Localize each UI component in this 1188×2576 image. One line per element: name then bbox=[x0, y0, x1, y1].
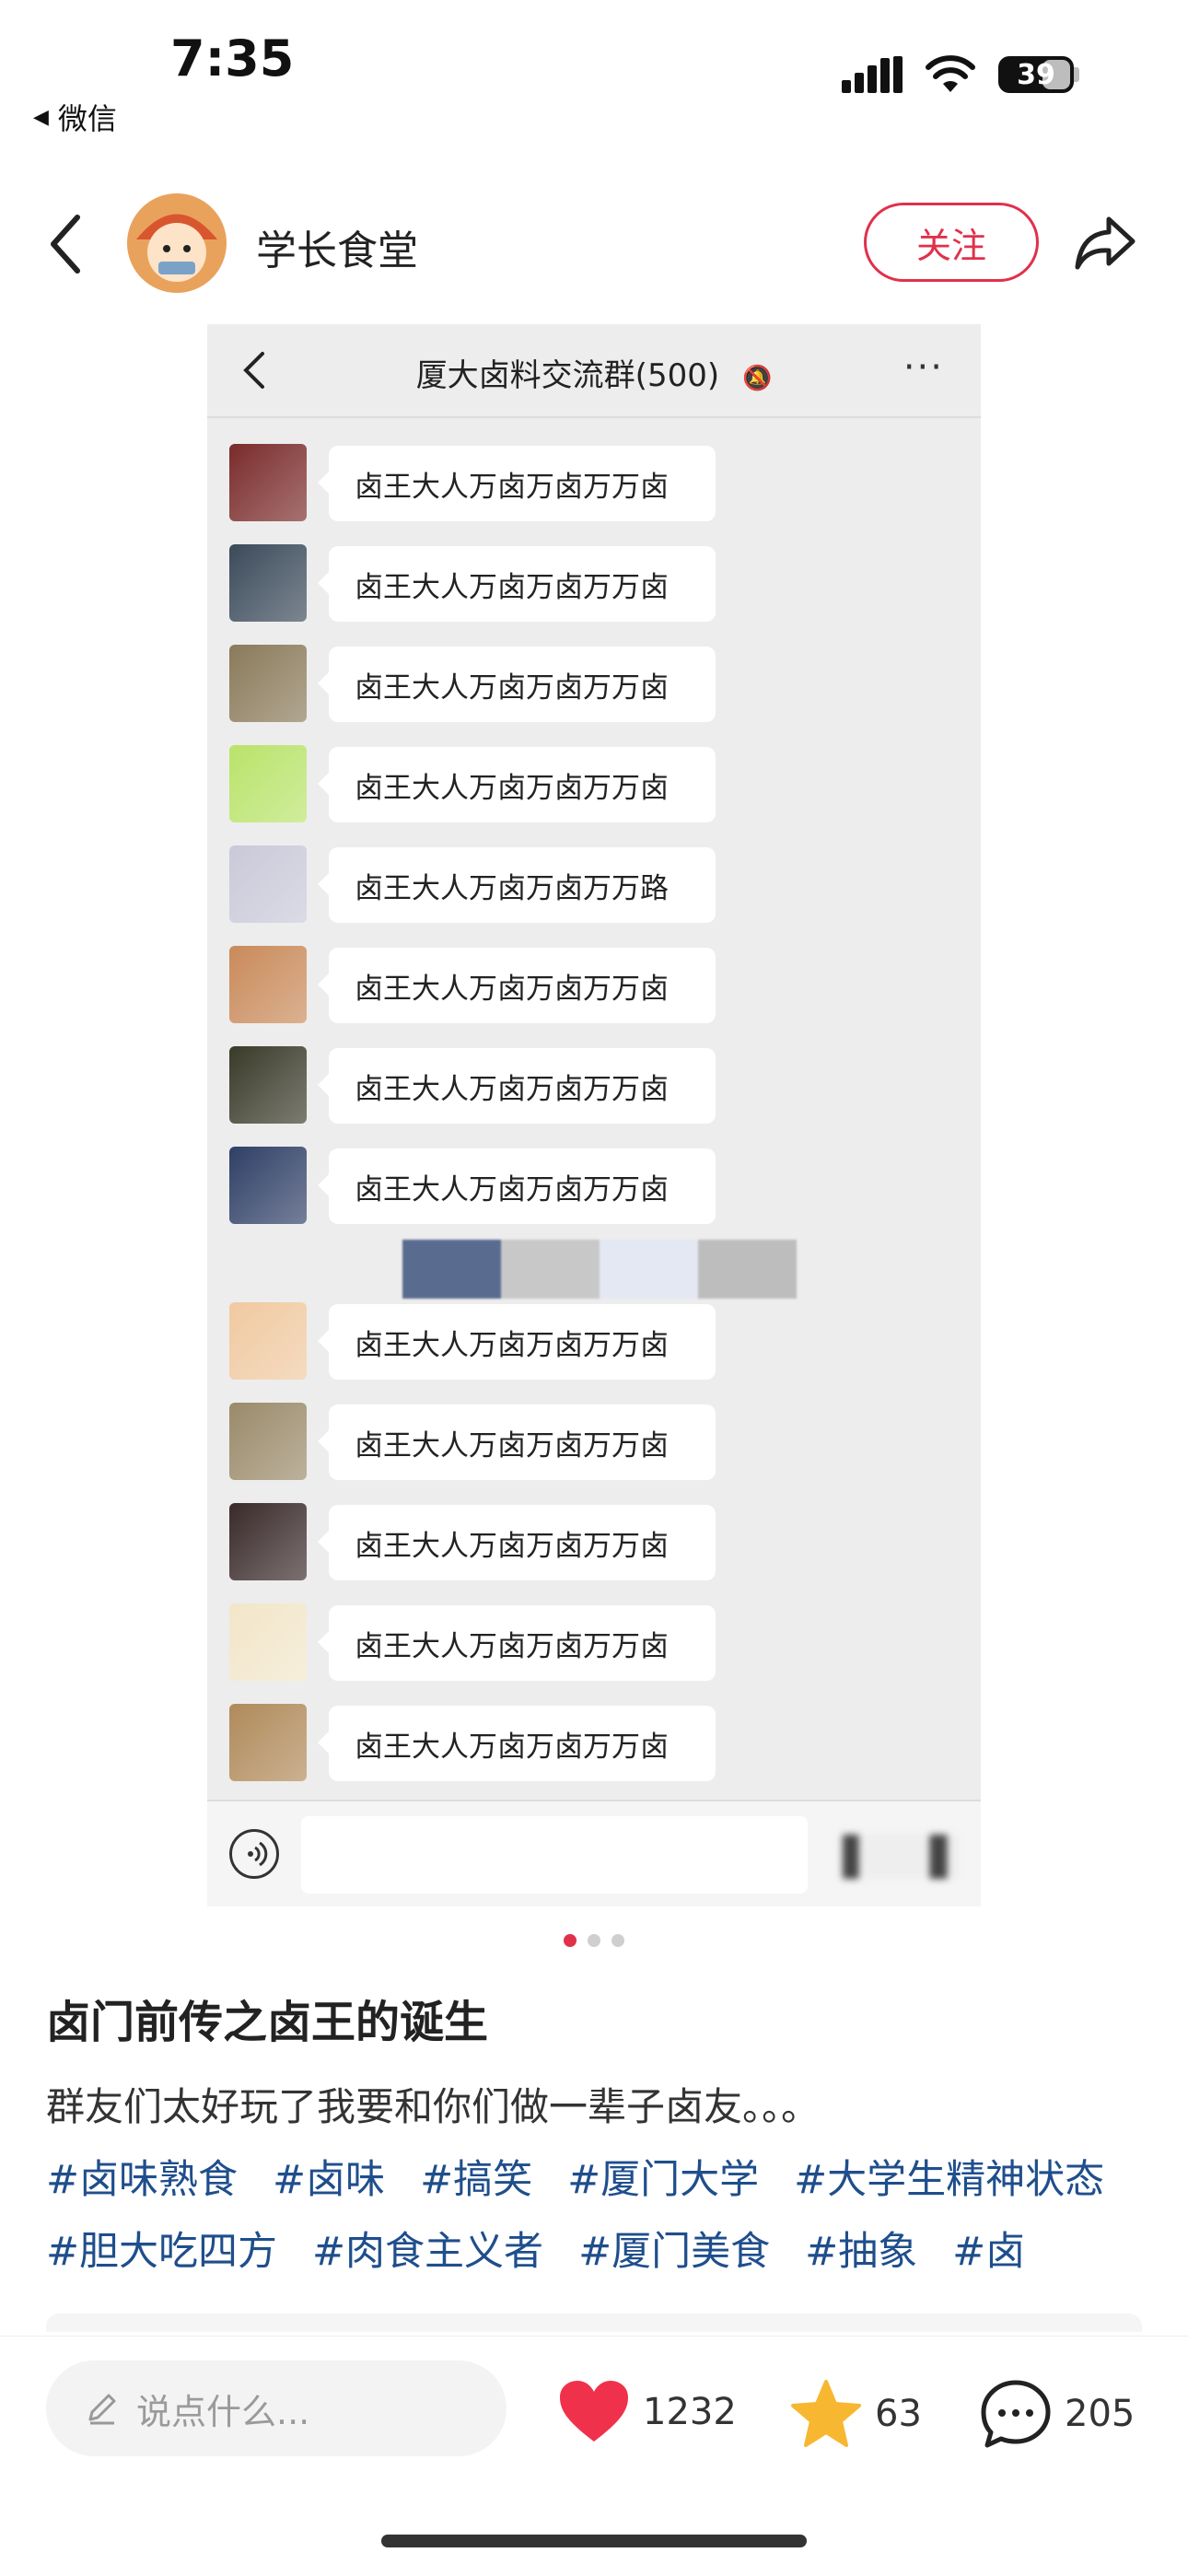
chat-message-row: 卤王大人万卤万卤万万卤 bbox=[229, 946, 966, 1025]
chat-message-row: 卤王大人万卤万卤万万路 bbox=[229, 845, 966, 925]
image-pager bbox=[0, 1934, 1188, 1947]
chat-message-row: 卤王大人万卤万卤万万卤 bbox=[229, 645, 966, 724]
post-tags: #卤味熟食 #卤味 #搞笑 #厦门大学 #大学生精神状态 #胆大吃四方 #肉食主义者 #厦门美… bbox=[46, 2144, 1151, 2288]
wifi-icon bbox=[926, 55, 975, 92]
hashtag-link[interactable]: #卤味熟食 bbox=[46, 2157, 238, 2203]
author-name[interactable]: 学长食堂 bbox=[256, 217, 418, 276]
back-app-label: 微信 bbox=[57, 101, 117, 136]
star-icon bbox=[791, 2380, 861, 2447]
pager-dot[interactable] bbox=[588, 1934, 600, 1947]
share-icon[interactable] bbox=[1072, 210, 1138, 276]
chat-member-avatar bbox=[229, 1302, 307, 1380]
follow-button[interactable]: 关注 bbox=[864, 203, 1039, 282]
chat-member-avatar bbox=[229, 1147, 307, 1224]
hashtag-link[interactable]: #大学生精神状态 bbox=[794, 2157, 1104, 2203]
comment-input[interactable]: 说点什么... bbox=[46, 2360, 507, 2456]
status-icons: 39 bbox=[842, 55, 1079, 94]
comment-card-edge bbox=[46, 2314, 1142, 2332]
chat-message-row: 卤王大人万卤万卤万万卤 bbox=[229, 1603, 966, 1683]
chat-message-bubble: 卤王大人万卤万卤万万卤 bbox=[318, 546, 716, 622]
mute-bell-icon: 🔕 bbox=[741, 365, 773, 392]
back-triangle-icon: ◀ bbox=[33, 105, 49, 129]
comment-bubble-icon bbox=[981, 2380, 1051, 2448]
chat-member-avatar bbox=[229, 1403, 307, 1480]
hashtag-link[interactable]: #卤 bbox=[952, 2229, 1025, 2275]
chat-message-bubble: 卤王大人万卤万卤万万卤 bbox=[318, 1505, 716, 1580]
blurred-send-area bbox=[843, 1835, 959, 1879]
chat-message-row: 卤王大人万卤万卤万万卤 bbox=[229, 1046, 966, 1125]
hashtag-link[interactable]: #厦门大学 bbox=[567, 2157, 759, 2203]
pager-dot[interactable] bbox=[611, 1934, 624, 1947]
more-dots-icon: ··· bbox=[903, 346, 944, 389]
chat-message-bubble: 卤王大人万卤万卤万万卤 bbox=[318, 1605, 716, 1681]
home-indicator[interactable] bbox=[381, 2535, 807, 2547]
pager-dot[interactable] bbox=[564, 1934, 577, 1947]
hashtag-link[interactable]: #厦门美食 bbox=[578, 2229, 770, 2275]
chat-message-row: 卤王大人万卤万卤万万卤 bbox=[229, 444, 966, 523]
hashtag-link[interactable]: #卤味 bbox=[273, 2157, 385, 2203]
chat-message-bubble: 卤王大人万卤万卤万万卤 bbox=[318, 1148, 716, 1224]
post-body: 群友们太好玩了我要和你们做一辈子卤友。。。 bbox=[46, 2084, 821, 2129]
chat-member-avatar bbox=[229, 1603, 307, 1681]
hashtag-link[interactable]: #肉食主义者 bbox=[312, 2229, 543, 2275]
chat-member-avatar bbox=[229, 1503, 307, 1580]
chat-message-row: 卤王大人万卤万卤万万卤 bbox=[229, 1302, 966, 1381]
like-button[interactable]: 1232 bbox=[558, 2379, 737, 2445]
chat-message-bubble: 卤王大人万卤万卤万万卤 bbox=[318, 1304, 716, 1380]
chat-text-field bbox=[301, 1816, 808, 1894]
blurred-system-message bbox=[402, 1240, 797, 1299]
hashtag-link[interactable]: #胆大吃四方 bbox=[46, 2229, 277, 2275]
chat-message-row: 卤王大人万卤万卤万万卤 bbox=[229, 544, 966, 624]
hashtag-link[interactable]: #抽象 bbox=[805, 2229, 917, 2275]
chat-member-avatar bbox=[229, 1704, 307, 1781]
pencil-icon bbox=[88, 2394, 116, 2425]
back-to-wechat[interactable]: ◀ 微信 bbox=[33, 96, 117, 138]
chat-message-bubble: 卤王大人万卤万卤万万卤 bbox=[318, 948, 716, 1023]
voice-icon bbox=[229, 1829, 279, 1879]
post-title: 卤门前传之卤王的诞生 bbox=[46, 1997, 489, 2048]
back-arrow-icon[interactable] bbox=[46, 212, 83, 276]
chat-message-row: 卤王大人万卤万卤万万卤 bbox=[229, 1503, 966, 1582]
chat-message-bubble: 卤王大人万卤万卤万万卤 bbox=[318, 446, 716, 521]
comment-button[interactable]: 205 bbox=[980, 2379, 1135, 2449]
heart-icon bbox=[560, 2381, 628, 2442]
chat-message-row: 卤王大人万卤万卤万万卤 bbox=[229, 1147, 966, 1226]
battery-icon: 39 bbox=[998, 56, 1074, 93]
chat-group-name: 厦大卤料交流群(500) bbox=[415, 357, 720, 394]
chat-member-avatar bbox=[229, 745, 307, 822]
post-image[interactable]: 厦大卤料交流群(500) 🔕 ··· 卤王大人万卤万卤万万卤 卤王大人万卤万卤万万… bbox=[207, 324, 981, 1906]
chat-message-bubble: 卤王大人万卤万卤万万卤 bbox=[318, 1405, 716, 1480]
chat-message-row: 卤王大人万卤万卤万万卤 bbox=[229, 1704, 966, 1783]
collect-button[interactable]: 63 bbox=[790, 2379, 922, 2449]
comment-placeholder: 说点什么... bbox=[136, 2391, 310, 2432]
comment-count: 205 bbox=[1065, 2393, 1136, 2435]
author-avatar[interactable] bbox=[127, 193, 227, 293]
hashtag-link[interactable]: #搞笑 bbox=[420, 2157, 532, 2203]
chat-message-row: 卤王大人万卤万卤万万卤 bbox=[229, 1403, 966, 1482]
collect-count: 63 bbox=[875, 2393, 922, 2435]
chat-member-avatar bbox=[229, 544, 307, 622]
chat-input-bar bbox=[207, 1800, 981, 1906]
chat-message-bubble: 卤王大人万卤万卤万万卤 bbox=[318, 647, 716, 722]
chat-member-avatar bbox=[229, 1046, 307, 1124]
chat-member-avatar bbox=[229, 946, 307, 1023]
battery-level: 39 bbox=[1017, 58, 1055, 91]
signal-icon bbox=[842, 56, 903, 93]
chat-message-bubble: 卤王大人万卤万卤万万卤 bbox=[318, 1706, 716, 1781]
chat-title: 厦大卤料交流群(500) 🔕 bbox=[207, 350, 981, 395]
chat-message-bubble: 卤王大人万卤万卤万万卤 bbox=[318, 747, 716, 822]
chat-message-row: 卤王大人万卤万卤万万卤 bbox=[229, 745, 966, 824]
status-time: 7:35 bbox=[170, 29, 295, 87]
like-count: 1232 bbox=[643, 2391, 737, 2433]
author-avatar-image bbox=[127, 193, 227, 293]
chat-member-avatar bbox=[229, 645, 307, 722]
chat-message-bubble: 卤王大人万卤万卤万万卤 bbox=[318, 1048, 716, 1124]
chat-header: 厦大卤料交流群(500) 🔕 ··· bbox=[207, 324, 981, 418]
chat-message-bubble: 卤王大人万卤万卤万万路 bbox=[318, 847, 716, 923]
chat-member-avatar bbox=[229, 444, 307, 521]
chat-member-avatar bbox=[229, 845, 307, 923]
